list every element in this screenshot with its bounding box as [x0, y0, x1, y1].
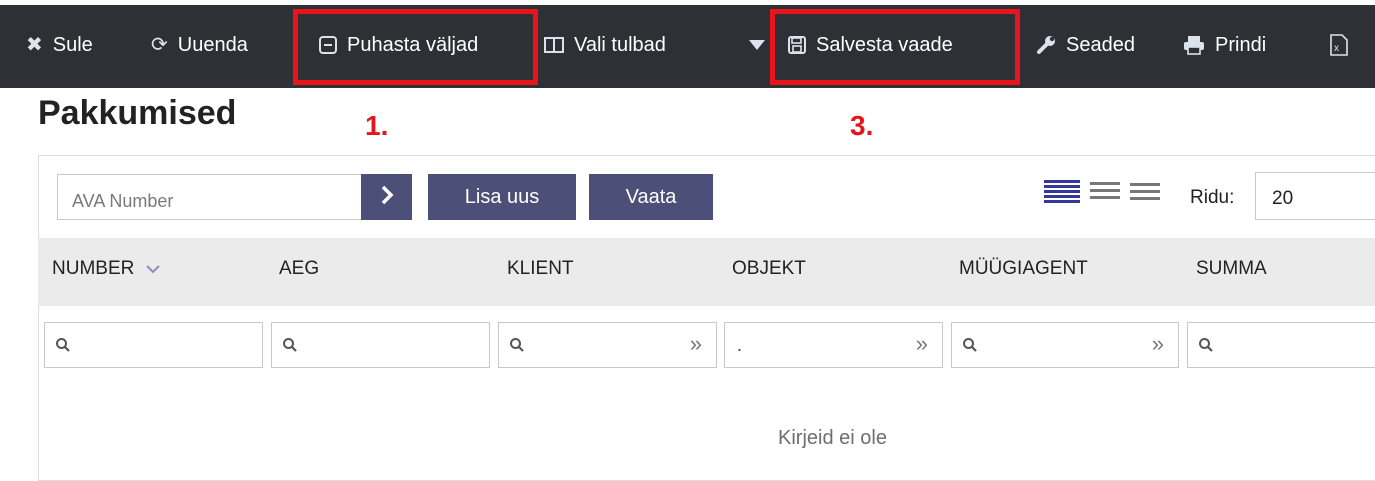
settings-label: Seaded — [1066, 33, 1135, 56]
table-header — [38, 238, 1375, 306]
refresh-button[interactable]: ⟳ Uuenda — [151, 30, 248, 60]
rows-select[interactable]: 20 — [1255, 172, 1375, 220]
settings-button[interactable]: Seaded — [1036, 30, 1135, 60]
view-label: Vaata — [625, 185, 677, 208]
svg-text:x: x — [1334, 43, 1339, 54]
filter-summa[interactable] — [1187, 322, 1375, 368]
column-header-aeg[interactable]: AEG — [279, 258, 319, 280]
save-view-label: Salvesta vaade — [816, 33, 953, 56]
close-label: Sule — [52, 33, 93, 56]
print-icon — [1183, 35, 1205, 55]
double-chevron-right-icon[interactable]: » — [1152, 331, 1164, 357]
save-icon — [788, 36, 806, 54]
export-excel-button[interactable]: x — [1330, 30, 1358, 60]
clear-fields-label: Puhasta väljad — [347, 33, 479, 56]
filter-myygiagent[interactable]: » — [951, 322, 1179, 368]
chevron-right-icon — [380, 185, 394, 210]
clear-fields-button[interactable]: Puhasta väljad — [319, 30, 478, 60]
empty-state-text: Kirjeid ei ole — [778, 427, 887, 449]
go-button[interactable] — [361, 174, 412, 220]
excel-icon: x — [1330, 34, 1348, 56]
density-switcher — [1042, 178, 1162, 209]
refresh-label: Uuenda — [177, 33, 248, 56]
filter-objekt-value: . — [737, 335, 743, 355]
filter-objekt[interactable]: . » — [724, 322, 943, 368]
double-chevron-right-icon[interactable]: » — [916, 331, 928, 357]
print-button[interactable]: Prindi — [1183, 30, 1266, 60]
view-dropdown-button[interactable] — [746, 30, 768, 60]
filter-number[interactable] — [44, 322, 263, 368]
sort-chevron-down-icon — [145, 258, 160, 280]
search-icon — [282, 337, 298, 358]
refresh-icon: ⟳ — [151, 34, 168, 56]
choose-columns-button[interactable]: Vali tulbad — [544, 30, 666, 60]
view-button[interactable]: Vaata — [589, 174, 713, 220]
filter-aeg[interactable] — [271, 322, 490, 368]
columns-icon — [544, 36, 564, 54]
print-label: Prindi — [1215, 33, 1267, 56]
wrench-icon — [1036, 35, 1056, 55]
column-header-klient[interactable]: KLIENT — [507, 258, 574, 280]
rows-value: 20 — [1272, 188, 1294, 209]
step-3-label: 3. — [850, 110, 874, 141]
column-header-objekt[interactable]: OBJEKT — [732, 258, 806, 280]
density-normal-icon[interactable] — [1088, 178, 1122, 209]
column-header-summa[interactable]: SUMMA — [1196, 258, 1267, 280]
column-number-label: NUMBER — [52, 258, 135, 280]
add-new-button[interactable]: Lisa uus — [428, 174, 576, 220]
filter-klient[interactable]: » — [498, 322, 717, 368]
column-header-myygiagent[interactable]: MÜÜGIAGENT — [959, 258, 1088, 280]
number-search-input[interactable]: AVA Number — [57, 174, 363, 220]
step-1-label: 1. — [365, 110, 389, 141]
save-view-button[interactable]: Salvesta vaade — [788, 30, 953, 60]
close-button[interactable]: ✖ Sule — [26, 30, 93, 60]
caret-down-icon — [749, 40, 765, 50]
search-icon — [509, 337, 525, 358]
density-spacious-icon[interactable] — [1128, 178, 1162, 209]
search-icon — [962, 337, 978, 358]
add-new-label: Lisa uus — [464, 185, 540, 208]
double-chevron-right-icon[interactable]: » — [690, 331, 702, 357]
close-icon: ✖ — [26, 34, 43, 56]
density-compact-icon[interactable] — [1042, 178, 1082, 209]
clear-fields-icon — [319, 36, 337, 54]
choose-columns-label: Vali tulbad — [574, 33, 666, 56]
page-title: Pakkumised — [38, 94, 237, 132]
search-icon — [55, 337, 71, 358]
search-placeholder: AVA Number — [72, 191, 174, 211]
column-header-number[interactable]: NUMBER — [52, 258, 160, 280]
rows-label: Ridu: — [1190, 187, 1235, 208]
search-icon — [1198, 337, 1214, 358]
